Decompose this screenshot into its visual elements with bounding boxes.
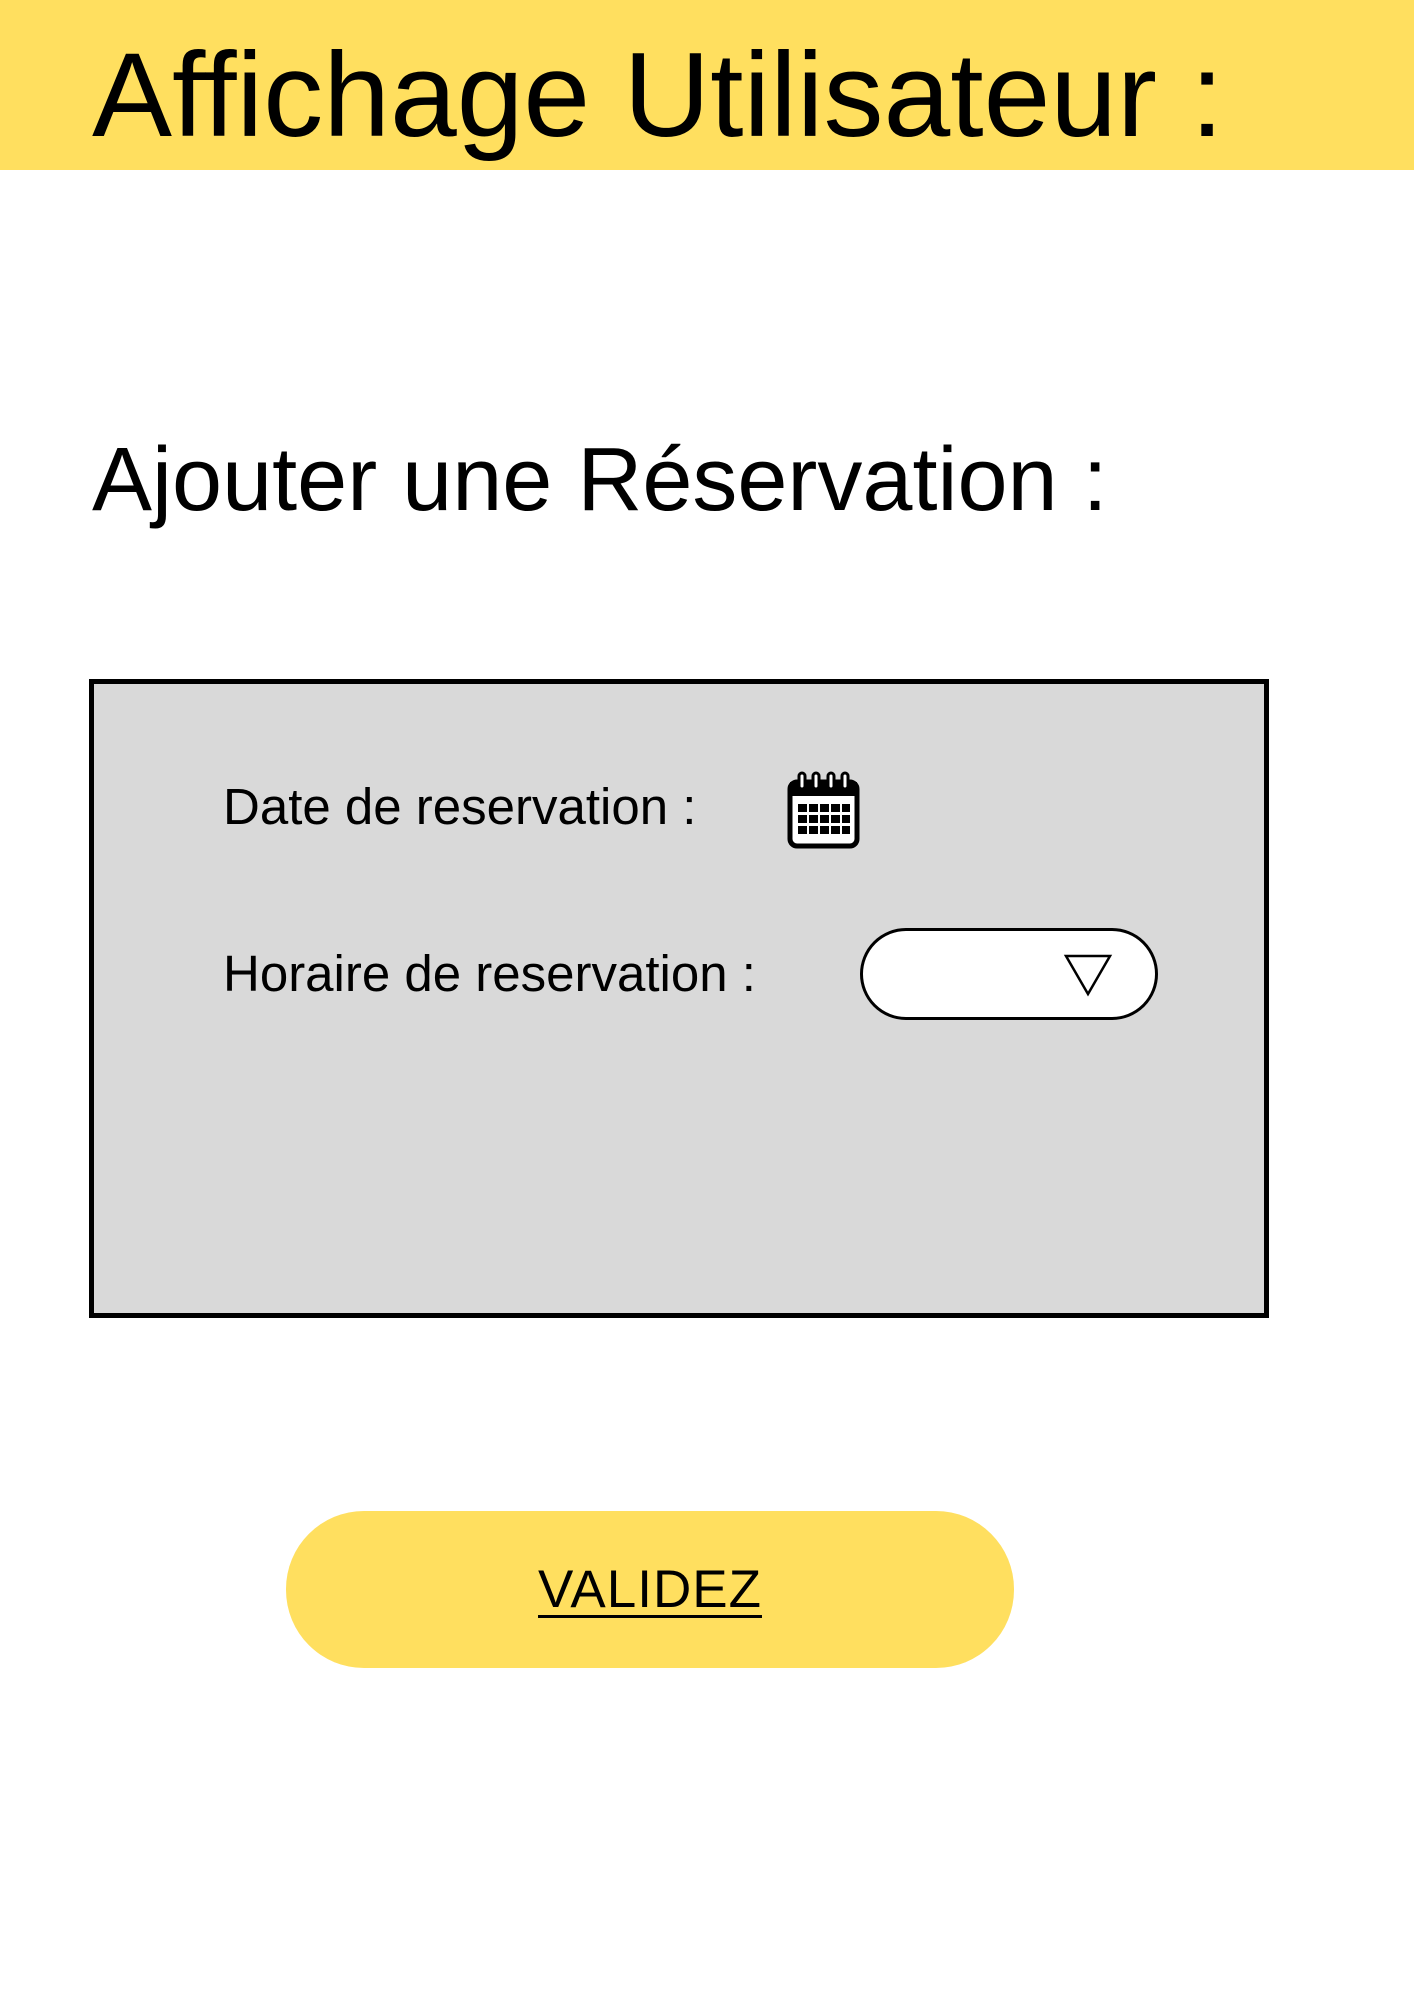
date-label: Date de reservation : [223,778,697,835]
calendar-icon [787,771,860,849]
validate-button[interactable]: VALIDEZ [286,1511,1014,1668]
reservation-form: Date de reservation : Horaire de reserva… [89,679,1269,1318]
triangle-down-icon [1063,953,1113,997]
time-label: Horaire de reservation : [223,945,756,1002]
page-title: Affichage Utilisateur : [92,28,1224,162]
time-select[interactable] [860,928,1158,1020]
date-picker-button[interactable] [786,770,861,850]
header-bar: Affichage Utilisateur : [0,0,1414,170]
section-heading: Ajouter une Réservation : [92,430,1108,530]
validate-label: VALIDEZ [538,1559,762,1619]
